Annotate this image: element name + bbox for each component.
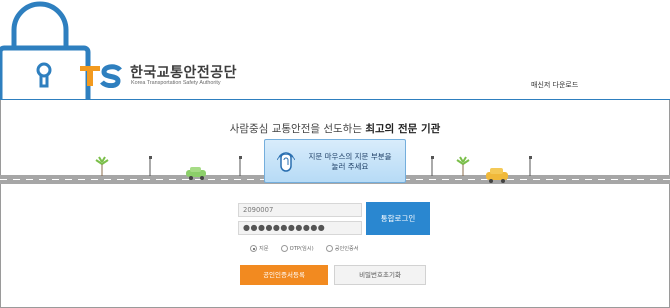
slogan-highlight: 최고의 전문 기관 xyxy=(365,123,441,135)
radio-icon xyxy=(280,245,288,252)
fingerprint-prompt: 지문 마우스의 지문 부분을 눌러 주세요 xyxy=(264,139,406,183)
tree-icon xyxy=(456,156,470,176)
auth-option-fingerprint[interactable]: 지문 xyxy=(250,245,269,254)
slogan-prefix: 사람중심 교통안전을 선도하는 xyxy=(229,123,366,135)
logo-english: Korea Transportation Safety Authority xyxy=(131,80,221,86)
fingerprint-instruction-line1: 지문 마우스의 지문 부분을 xyxy=(308,152,392,161)
fingerprint-mouse-icon xyxy=(277,152,295,172)
street-lamp-icon xyxy=(431,156,434,176)
auth-option-certificate[interactable]: 공인인증서 xyxy=(325,245,359,254)
auth-option-label: OTP(임시) xyxy=(289,246,314,252)
auth-option-label: 공인인증서 xyxy=(334,246,359,252)
radio-icon xyxy=(325,245,333,252)
street-lamp-icon xyxy=(149,156,152,176)
logo-korean: 한국교통안전공단 xyxy=(130,65,238,81)
fingerprint-instruction-line2: 눌러 주세요 xyxy=(331,162,369,171)
street-lamp-icon xyxy=(529,156,532,176)
messenger-download-link[interactable]: 매신저 다운로드 xyxy=(531,80,578,90)
header-divider xyxy=(0,99,670,100)
fingerprint-instruction: 지문 마우스의 지문 부분을 눌러 주세요 xyxy=(295,152,405,172)
auth-option-label: 지문 xyxy=(259,246,269,252)
slogan: 사람중심 교통안전을 선도하는 최고의 전문 기관 xyxy=(0,121,670,136)
radio-icon xyxy=(250,245,257,252)
password-reset-button[interactable]: 비밀번호초기화 xyxy=(334,265,426,285)
street-lamp-icon xyxy=(239,156,242,176)
green-car-icon xyxy=(186,167,206,180)
certificate-register-button[interactable]: 공인인증서등록 xyxy=(240,265,328,285)
integrated-login-button[interactable]: 통합로그인 xyxy=(366,202,430,235)
auth-option-otp[interactable]: OTP(임시) xyxy=(280,245,314,254)
user-id-field[interactable]: 2090007 xyxy=(238,203,362,217)
ts-logo-mark xyxy=(80,64,122,88)
auth-method-options: 지문 OTP(임시) 공인인증서 xyxy=(250,245,366,255)
tree-icon xyxy=(95,156,109,176)
yellow-car-icon xyxy=(486,168,508,183)
password-field[interactable]: ●●●●●●●●●●● xyxy=(238,221,362,235)
logo: 한국교통안전공단 Korea Transportation Safety Aut… xyxy=(80,62,270,92)
header: 한국교통안전공단 Korea Transportation Safety Aut… xyxy=(0,0,670,100)
